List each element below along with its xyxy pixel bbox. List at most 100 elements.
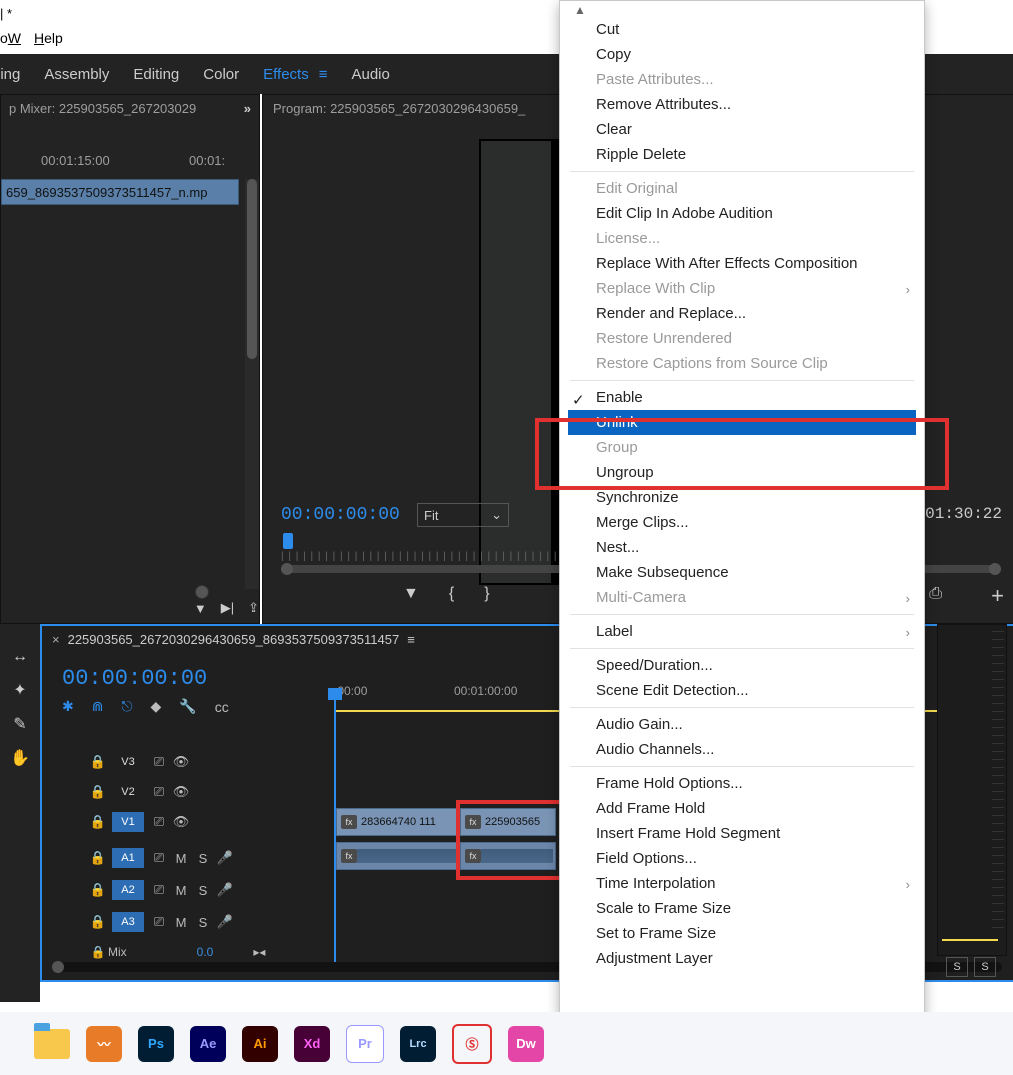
- menu-item-cut[interactable]: Cut: [560, 17, 924, 42]
- export-frame-icon[interactable]: ⎙: [929, 585, 942, 603]
- solo-left-button[interactable]: S: [946, 957, 968, 977]
- button-editor-icon[interactable]: +: [991, 583, 1004, 609]
- mark-out-icon[interactable]: }: [484, 585, 489, 603]
- dreamweaver-icon[interactable]: Dw: [508, 1026, 544, 1062]
- snap-icon[interactable]: ✱: [62, 698, 74, 715]
- toggle-output-icon[interactable]: 👁: [170, 814, 192, 830]
- sync-lock-icon[interactable]: ⎚: [148, 814, 170, 830]
- zoom-fit-dropdown[interactable]: Fit ⌄: [417, 503, 509, 527]
- workspace-color[interactable]: Color: [191, 54, 251, 94]
- solo-button[interactable]: S: [192, 915, 214, 930]
- track-label-v1[interactable]: V1: [112, 812, 144, 832]
- hand-tool-icon[interactable]: ✋: [10, 748, 30, 768]
- menu-window[interactable]: oW: [0, 30, 21, 46]
- workspace-audio[interactable]: Audio: [339, 54, 401, 94]
- menu-item-merge-clips[interactable]: Merge Clips...: [560, 510, 924, 535]
- selection-tool-icon[interactable]: ↔: [12, 648, 28, 666]
- sync-lock-icon[interactable]: ⎚: [148, 882, 170, 898]
- voiceover-icon[interactable]: 🎤: [214, 850, 236, 866]
- app-icon-s[interactable]: Ⓢ: [452, 1024, 492, 1064]
- menu-item-time-interpolation[interactable]: Time Interpolation›: [560, 871, 924, 896]
- menu-item-remove-attributes[interactable]: Remove Attributes...: [560, 92, 924, 117]
- video-clip-b[interactable]: fx 225903565: [460, 808, 556, 836]
- scroll-up-arrow-icon[interactable]: ▲: [574, 3, 586, 17]
- close-tab-icon[interactable]: ×: [52, 632, 60, 647]
- lock-icon[interactable]: 🔒: [88, 914, 108, 930]
- mute-button[interactable]: M: [170, 883, 192, 898]
- lock-icon[interactable]: 🔒: [88, 882, 108, 898]
- solo-right-button[interactable]: S: [974, 957, 996, 977]
- aftereffects-icon[interactable]: Ae: [190, 1026, 226, 1062]
- sequence-name[interactable]: 225903565_2672030296430659_8693537509373…: [68, 632, 400, 647]
- menu-item-unlink[interactable]: Unlink: [568, 410, 916, 435]
- ripple-tool-icon[interactable]: ✦: [13, 680, 26, 700]
- lock-icon[interactable]: 🔒: [88, 814, 108, 830]
- sync-lock-icon[interactable]: ⎚: [148, 754, 170, 770]
- audio-clip-b[interactable]: fx: [460, 842, 556, 870]
- menu-item-add-frame-hold[interactable]: Add Frame Hold: [560, 796, 924, 821]
- menu-item-synchronize[interactable]: Synchronize: [560, 485, 924, 510]
- program-timecode[interactable]: 00:00:00:00: [281, 505, 400, 525]
- timeline-timecode[interactable]: 00:00:00:00: [62, 666, 207, 691]
- solo-button[interactable]: S: [192, 851, 214, 866]
- menu-item-scene-edit-detection[interactable]: Scene Edit Detection...: [560, 678, 924, 703]
- mute-button[interactable]: M: [170, 851, 192, 866]
- lock-icon[interactable]: 🔒: [88, 945, 108, 959]
- filter-icon[interactable]: ▼: [194, 601, 207, 616]
- menu-item-clear[interactable]: Clear: [560, 117, 924, 142]
- track-label-a1[interactable]: A1: [112, 848, 144, 868]
- cc-icon[interactable]: cc: [215, 699, 229, 715]
- blender-icon[interactable]: 〰: [86, 1026, 122, 1062]
- mix-value[interactable]: 0.0: [197, 945, 214, 959]
- lightroom-icon[interactable]: Lrc: [400, 1026, 436, 1062]
- export-icon[interactable]: ⇪: [248, 600, 259, 616]
- menu-item-adjustment-layer[interactable]: Adjustment Layer: [560, 946, 924, 971]
- menu-item-nest[interactable]: Nest...: [560, 535, 924, 560]
- pan-icon[interactable]: ▸◂: [253, 945, 265, 959]
- lock-icon[interactable]: 🔒: [88, 784, 108, 800]
- menu-item-scale-to-frame-size[interactable]: Scale to Frame Size: [560, 896, 924, 921]
- toggle-output-icon[interactable]: 👁: [170, 784, 192, 800]
- menu-item-ungroup[interactable]: Ungroup: [560, 460, 924, 485]
- workspace-assembly[interactable]: Assembly: [32, 54, 121, 94]
- program-playhead[interactable]: [283, 533, 293, 549]
- track-label-v2[interactable]: V2: [112, 782, 144, 802]
- toggle-output-icon[interactable]: 👁: [170, 754, 192, 770]
- photoshop-icon[interactable]: Ps: [138, 1026, 174, 1062]
- workspace-effects[interactable]: Effects≡: [251, 54, 339, 94]
- menu-item-frame-hold-options[interactable]: Frame Hold Options...: [560, 771, 924, 796]
- menu-item-enable[interactable]: Enable✓: [560, 385, 924, 410]
- menu-item-make-subsequence[interactable]: Make Subsequence: [560, 560, 924, 585]
- menu-item-copy[interactable]: Copy: [560, 42, 924, 67]
- file-explorer-icon[interactable]: [34, 1029, 70, 1059]
- insert-icon[interactable]: ▶|: [221, 600, 234, 616]
- menu-item-render-and-replace[interactable]: Render and Replace...: [560, 301, 924, 326]
- mark-in-icon[interactable]: {: [449, 585, 454, 603]
- vertical-scrollbar[interactable]: [245, 179, 259, 589]
- xd-icon[interactable]: Xd: [294, 1026, 330, 1062]
- track-label-a3[interactable]: A3: [112, 912, 144, 932]
- menu-item-audio-channels[interactable]: Audio Channels...: [560, 737, 924, 762]
- expand-chevrons-icon[interactable]: »: [244, 101, 251, 116]
- panel-menu-icon[interactable]: ≡: [407, 632, 415, 647]
- settings-wrench-icon[interactable]: 🔧: [179, 698, 196, 715]
- audio-clip-a[interactable]: fx: [336, 842, 460, 870]
- voiceover-icon[interactable]: 🎤: [214, 914, 236, 930]
- voiceover-icon[interactable]: 🎤: [214, 882, 236, 898]
- menu-item-ripple-delete[interactable]: Ripple Delete: [560, 142, 924, 167]
- solo-button[interactable]: S: [192, 883, 214, 898]
- sync-lock-icon[interactable]: ⎚: [148, 850, 170, 866]
- illustrator-icon[interactable]: Ai: [242, 1026, 278, 1062]
- add-marker-icon[interactable]: ▼: [403, 585, 419, 603]
- magnet-icon[interactable]: ⋒: [92, 698, 104, 715]
- menu-item-insert-frame-hold-segment[interactable]: Insert Frame Hold Segment: [560, 821, 924, 846]
- track-label-v3[interactable]: V3: [112, 752, 144, 772]
- menu-item-field-options[interactable]: Field Options...: [560, 846, 924, 871]
- mute-button[interactable]: M: [170, 915, 192, 930]
- pen-tool-icon[interactable]: ✎: [13, 714, 26, 734]
- sync-lock-icon[interactable]: ⎚: [148, 914, 170, 930]
- menu-help[interactable]: Help: [34, 30, 63, 46]
- menu-item-speed-duration[interactable]: Speed/Duration...: [560, 653, 924, 678]
- source-clip-bar[interactable]: 659_8693537509373511457_n.mp: [1, 179, 239, 205]
- lock-icon[interactable]: 🔒: [88, 850, 108, 866]
